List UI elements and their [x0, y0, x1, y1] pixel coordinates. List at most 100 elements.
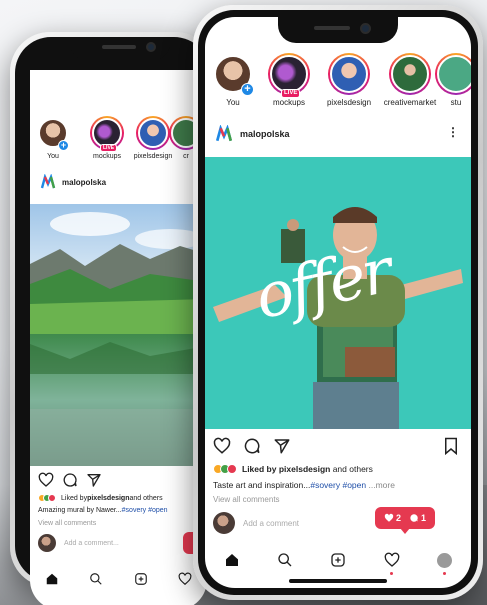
- story-mockups[interactable]: LIVE mockups: [259, 53, 319, 107]
- story-label: creativemarket: [383, 98, 437, 107]
- search-icon[interactable]: [277, 552, 293, 568]
- camera: [146, 42, 156, 52]
- likes-count-value: 2: [395, 513, 401, 523]
- notch: [278, 17, 398, 43]
- post-author[interactable]: malopolska: [62, 178, 106, 187]
- heart-icon: [384, 513, 394, 522]
- front-phone-screen: + You LIVE mockups pixelsdesign creative…: [205, 17, 471, 588]
- story-label: cr: [183, 153, 189, 160]
- comment-input[interactable]: Add a comment...: [64, 540, 119, 547]
- post-author[interactable]: malopolska: [240, 129, 290, 139]
- stories-bar[interactable]: + You LIVE mockups pixelsdesign: [211, 53, 471, 107]
- nav-add[interactable]: [330, 552, 346, 568]
- story-label: You: [47, 153, 59, 160]
- liked-by-suffix: and others: [129, 494, 163, 502]
- story-label: stu: [450, 98, 462, 107]
- back-phone-screen: + You LIVE mockups pixelsdesign cr malop…: [30, 70, 207, 605]
- view-comments-link[interactable]: View all comments: [213, 495, 280, 504]
- add-icon[interactable]: [330, 552, 346, 568]
- bookmark-icon[interactable]: [443, 437, 459, 455]
- comment-row[interactable]: Add a comment: [213, 512, 299, 534]
- search-icon[interactable]: [89, 572, 103, 586]
- story-label: pixelsdesign: [133, 153, 173, 160]
- story-mockups[interactable]: LIVE mockups: [84, 116, 130, 160]
- heart-icon[interactable]: [213, 437, 231, 455]
- post-caption: Amazing mural by Nawer...#sovery #open: [38, 507, 168, 514]
- heart-nav-icon[interactable]: [384, 552, 400, 568]
- avatar: [138, 118, 168, 148]
- caption-tags[interactable]: #sovery #open: [122, 507, 168, 514]
- post-actions: [213, 437, 463, 455]
- story-ring: [389, 53, 431, 95]
- activity-dot: [389, 572, 393, 575]
- heart-nav-icon[interactable]: [178, 572, 192, 586]
- liker-avatars: [213, 464, 237, 474]
- story-ring: [328, 53, 370, 95]
- add-icon[interactable]: [134, 572, 148, 586]
- story-pixelsdesign[interactable]: pixelsdesign: [319, 53, 379, 107]
- avatar: [270, 55, 308, 93]
- view-comments-link[interactable]: View all comments: [38, 520, 96, 527]
- caption-tags[interactable]: #sovery #open: [310, 480, 366, 490]
- nav-home[interactable]: [224, 552, 240, 568]
- comment-icon[interactable]: [243, 437, 261, 455]
- post-header[interactable]: malopolska ⋮: [215, 125, 465, 143]
- brand-logo-icon: [40, 174, 56, 189]
- comment-avatar: [213, 512, 235, 534]
- story-label: mockups: [272, 98, 305, 107]
- add-story-icon[interactable]: +: [241, 83, 254, 96]
- liked-by-user[interactable]: pixelsdesign: [87, 495, 129, 502]
- share-icon[interactable]: [273, 437, 291, 455]
- story-ring: [435, 53, 471, 95]
- comment-row[interactable]: Add a comment...: [38, 534, 119, 552]
- story-you[interactable]: + You: [211, 53, 255, 107]
- back-phone: + You LIVE mockups pixelsdesign cr malop…: [10, 32, 215, 605]
- liker-avatars: [38, 494, 56, 502]
- story-you[interactable]: + You: [34, 116, 72, 160]
- post-actions: [38, 472, 102, 488]
- avatar: [437, 55, 471, 93]
- caption-text: Taste art and inspiration...: [213, 480, 311, 490]
- nav-activity[interactable]: [384, 552, 400, 575]
- post-image-offer[interactable]: offer: [205, 157, 471, 429]
- post-caption: Taste art and inspiration...#sovery #ope…: [213, 480, 395, 490]
- brand-logo-icon: [215, 125, 233, 142]
- avatar: [391, 55, 429, 93]
- likes-row[interactable]: Liked by pixelsdesign and others: [38, 494, 163, 502]
- liker-dot: [48, 494, 56, 502]
- caption-more-link[interactable]: ...more: [368, 480, 394, 490]
- story-label: You: [226, 98, 240, 107]
- caption-text: Amazing mural by Nawer...: [38, 507, 122, 514]
- notch: [70, 37, 170, 61]
- nav-profile[interactable]: [437, 552, 453, 575]
- profile-dot: [443, 571, 447, 575]
- story-stu[interactable]: stu: [435, 53, 471, 107]
- stories-bar[interactable]: + You LIVE mockups pixelsdesign: [34, 116, 203, 160]
- liked-by-prefix: Liked by: [242, 464, 279, 474]
- likes-row[interactable]: Liked by pixelsdesign and others: [213, 464, 373, 474]
- story-ring: [136, 116, 170, 150]
- home-icon[interactable]: [224, 552, 240, 568]
- nav-search[interactable]: [277, 552, 293, 568]
- liked-by-user[interactable]: pixelsdesign: [279, 464, 331, 474]
- comment-input[interactable]: Add a comment: [243, 519, 299, 528]
- camera: [360, 23, 371, 34]
- comment-icon[interactable]: [62, 472, 78, 488]
- share-icon[interactable]: [86, 472, 102, 488]
- liker-dot: [227, 464, 237, 474]
- profile-icon[interactable]: [437, 552, 453, 568]
- more-options-icon[interactable]: ⋮: [447, 125, 459, 139]
- add-story-icon[interactable]: +: [58, 140, 69, 151]
- home-icon[interactable]: [45, 572, 59, 586]
- post-image-landscape[interactable]: [30, 204, 207, 466]
- home-indicator[interactable]: [289, 579, 387, 583]
- avatar: [330, 55, 368, 93]
- liked-by-suffix: and others: [330, 464, 373, 474]
- story-creativemarket[interactable]: creativemarket: [379, 53, 441, 107]
- comment-avatar: [38, 534, 56, 552]
- notification-pill[interactable]: 2 1: [375, 507, 435, 534]
- heart-icon[interactable]: [38, 472, 54, 488]
- post-header[interactable]: malopolska: [40, 174, 106, 190]
- front-phone: + You LIVE mockups pixelsdesign creative…: [193, 5, 483, 600]
- bottom-nav: [205, 545, 471, 575]
